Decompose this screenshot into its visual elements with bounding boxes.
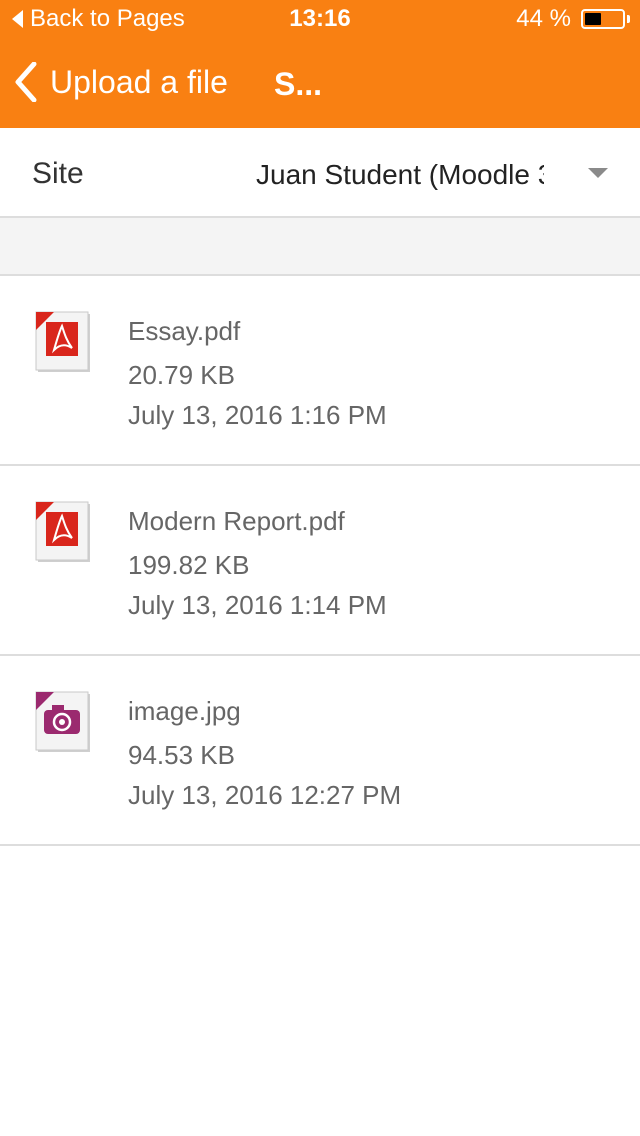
file-item[interactable]: image.jpg 94.53 KB July 13, 2016 12:27 P… bbox=[0, 656, 640, 846]
section-divider bbox=[0, 218, 640, 276]
upload-back-button[interactable]: Upload a file bbox=[14, 62, 228, 102]
chevron-left-icon bbox=[15, 62, 37, 102]
battery-fill bbox=[585, 13, 601, 25]
file-size: 199.82 KB bbox=[128, 550, 250, 580]
file-size: 20.79 KB bbox=[128, 360, 235, 390]
status-bar: Back to Pages 13:16 44 % bbox=[0, 0, 640, 40]
site-selected-value: Juan Student (Moodle 3 bbox=[256, 159, 544, 190]
dropdown-caret-icon bbox=[588, 168, 608, 178]
battery-tip bbox=[627, 15, 630, 23]
file-name: Essay.pdf bbox=[128, 316, 241, 346]
file-size: 94.53 KB bbox=[128, 740, 235, 770]
file-item[interactable]: Essay.pdf 20.79 KB July 13, 2016 1:16 PM bbox=[0, 276, 640, 466]
app-header: Back to Pages 13:16 44 % Upload a file S… bbox=[0, 0, 640, 128]
file-list: Essay.pdf 20.79 KB July 13, 2016 1:16 PM… bbox=[0, 276, 640, 846]
site-select[interactable]: Juan Student (Moodle 3 bbox=[256, 128, 640, 216]
file-date: July 13, 2016 1:14 PM bbox=[128, 590, 387, 620]
image-file-icon bbox=[34, 690, 92, 754]
file-name: Modern Report.pdf bbox=[128, 506, 345, 536]
upload-back-label: Upload a file bbox=[50, 63, 228, 100]
navigation-bar: Upload a file S... bbox=[0, 40, 640, 128]
battery-icon bbox=[581, 9, 625, 29]
file-name: image.jpg bbox=[128, 696, 241, 726]
file-date: July 13, 2016 12:27 PM bbox=[128, 780, 402, 810]
battery-status: 44 % bbox=[516, 5, 630, 33]
site-selector-row: Site Juan Student (Moodle 3 bbox=[0, 128, 640, 218]
pdf-file-icon bbox=[34, 310, 92, 374]
page-title: S... bbox=[274, 66, 323, 102]
file-date: July 13, 2016 1:16 PM bbox=[128, 400, 387, 430]
site-label: Site bbox=[32, 157, 84, 190]
file-item[interactable]: Modern Report.pdf 199.82 KB July 13, 201… bbox=[0, 466, 640, 656]
pdf-file-icon bbox=[34, 500, 92, 564]
battery-percent: 44 % bbox=[516, 5, 571, 32]
